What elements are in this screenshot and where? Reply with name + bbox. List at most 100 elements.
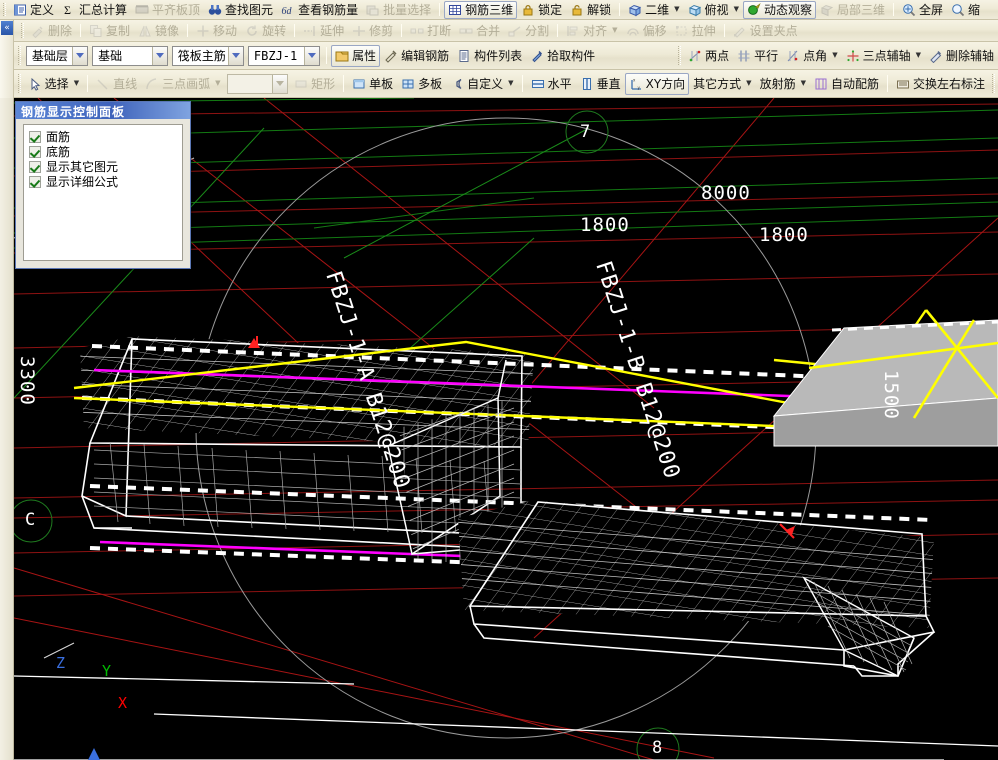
checkbox-row-dijin[interactable]: 底筋 [29,144,177,159]
toolbar-delete-label: 删除 [48,23,73,38]
horizontal-icon [531,77,545,91]
toolbar-sep-e2 [187,23,189,38]
toolbar-multi-slab[interactable]: 多板 [397,70,446,97]
chevron-down-icon-2[interactable]: ▼ [734,6,739,13]
category-select-arrow[interactable] [151,46,167,65]
toolbar-stretch: 拉伸 [671,20,720,41]
toolbar-local-3d-label: 局部三维 [836,2,885,17]
toolbar-grip-3[interactable] [17,46,21,65]
toolbar-xy-direction[interactable]: xy XY方向 [624,72,690,95]
view-rebar-qty-icon: 6d [281,3,295,17]
properties-icon [335,49,349,63]
toolbar-three-point-axis[interactable]: 三点辅轴 ▼ [842,42,925,69]
toolbar-sep-d1 [87,74,89,93]
align-icon [566,24,580,38]
chevron-down-icon-4[interactable]: ▼ [832,52,837,59]
checkbox-row-mianjin[interactable]: 面筋 [29,129,177,144]
offset-icon [626,24,640,38]
checkbox-show-other-elements[interactable] [29,160,41,173]
checkbox-row-show-other-elements[interactable]: 显示其它图元 [29,159,177,174]
chevron-down-icon-5[interactable]: ▼ [916,52,921,59]
edit-rebar-icon [384,49,398,63]
toolbar-other-method[interactable]: 其它方式 ▼ [689,70,755,97]
axis-triad [88,748,100,760]
toolbar-dynamic-observe[interactable]: 动态观察 [742,0,816,19]
toolbar-custom-slab[interactable]: 自定义 ▼ [446,70,517,97]
member-type-select[interactable]: 筏板主筋 [171,45,244,66]
rotate-icon [245,24,259,38]
floor-select-arrow[interactable] [72,46,88,65]
checkbox-show-detail-formula[interactable] [29,175,41,188]
toolbar-parallel-axis-label: 平行 [754,48,779,63]
toolbar-xy-direction-label: XY方向 [645,76,686,91]
toolbar-grip-6[interactable] [992,74,995,93]
top-view-icon [688,3,702,17]
toolbar-rebar-3d[interactable]: 钢筋三维 [444,0,518,19]
member-select-arrow[interactable] [304,46,320,65]
toolbar-top-view[interactable]: 俯视 ▼ [684,0,743,19]
toolbar-radial-rebar[interactable]: 放射筋 ▼ [756,70,810,97]
toolbar-single-slab[interactable]: 单板 [348,70,397,97]
toolbar-row-main: 定义 Σ 汇总计算 平齐板顶 查找图元 6d 查看钢筋量 批量选择 钢筋三维 锁… [0,0,998,20]
toolbar-view-rebar-qty[interactable]: 6d 查看钢筋量 [277,0,362,19]
toolbar-vertical-rebar[interactable]: 垂直 [576,70,625,97]
toolbar-two-point-axis-label: 两点 [705,48,730,63]
pick-member-icon [530,49,544,63]
toolbar-fullscreen[interactable]: 全屏 [898,0,947,19]
category-select[interactable]: 基础 [92,45,168,66]
member-select[interactable]: FBZJ-1 [247,45,321,66]
toolbar-member-list[interactable]: 构件列表 [453,42,526,69]
toolbar-row-edit: 删除 复制 镜像 移动 旋转 延伸 修剪 打断 合并 分割 对齐 ▼ 偏移 拉伸… [0,20,998,42]
toolbar-define[interactable]: 定义 [9,0,58,19]
toolbar-rotate: 旋转 [241,20,290,41]
toolbar-delete: 删除 [27,20,76,41]
toolbar-unlock[interactable]: 解锁 [566,0,615,19]
toolbar-grip-5[interactable] [17,74,21,93]
toolbar-2d-view[interactable]: 二维 ▼ [624,0,683,19]
toolbar-two-point-axis[interactable]: 两点 [684,42,733,69]
toolbar-copy: 复制 [85,20,134,41]
toolbar-batch-select-label: 批量选择 [383,2,432,17]
checkbox-mianjin[interactable] [29,130,41,143]
toolbar-pick-member[interactable]: 拾取构件 [526,42,599,69]
toolbar-lock[interactable]: 锁定 [517,0,566,19]
toolbar-grip[interactable] [3,2,6,17]
chevron-down-icon-10[interactable]: ▼ [801,80,806,87]
bottom-boundary-lines [14,675,998,760]
member-type-select-arrow[interactable] [227,46,243,65]
toolbar-sep-e3 [294,23,296,38]
toolbar-stretch-label: 拉伸 [691,23,716,38]
chevron-down-icon-6[interactable]: ▼ [74,80,79,87]
toolbar-three-point-axis-label: 三点辅轴 [862,48,911,63]
toolbar-find-element-label: 查找图元 [225,2,274,17]
toolbar-auto-rebar[interactable]: 自动配筋 [810,70,883,97]
toolbar-summary-calc[interactable]: Σ 汇总计算 [58,0,131,19]
toolbar-point-angle-axis[interactable]: 点角 ▼ [782,42,841,69]
toolbar-select-tool[interactable]: 选择 ▼ [24,70,83,97]
toolbar-delete-axis-label: 删除辅轴 [945,48,994,63]
rebar-display-control-panel[interactable]: 钢筋显示控制面板 面筋 底筋 显示其它图元 显示详细公式 [15,101,191,269]
toolbar-member-list-label: 构件列表 [474,48,523,63]
collapse-toolbar-button[interactable]: « [1,21,13,35]
toolbar-swap-annotation[interactable]: 交换左右标注 [892,70,989,97]
checkbox-show-detail-formula-label: 显示详细公式 [46,175,119,189]
checkbox-dijin[interactable] [29,145,41,158]
checkbox-row-show-detail-formula[interactable]: 显示详细公式 [29,174,177,189]
toolbar-parallel-axis[interactable]: 平行 [733,42,782,69]
toolbar-horizontal-rebar-label: 水平 [547,76,572,91]
chevron-down-icon-8[interactable]: ▼ [508,80,513,87]
floor-select[interactable]: 基础层 [25,45,89,66]
toolbar-sep-e6 [723,23,725,38]
toolbar-grip-2[interactable] [21,23,24,38]
toolbar-grip-4[interactable] [678,46,682,65]
toolbar-zoom[interactable]: 缩 [947,0,984,19]
chevron-down-icon[interactable]: ▼ [674,6,679,13]
toolbar-properties[interactable]: 属性 [331,44,381,67]
toolbar-trim: 修剪 [348,20,397,41]
toolbar-edit-rebar[interactable]: 编辑钢筋 [380,42,453,69]
toolbar-find-element[interactable]: 查找图元 [204,0,277,19]
chevron-down-icon-9[interactable]: ▼ [746,80,751,87]
toolbar-row-draw: 选择 ▼ 直线 三点画弧 ▼ 矩形 单板 多板 自定义 ▼ 水平 垂直 x y … [0,70,998,98]
toolbar-horizontal-rebar[interactable]: 水平 [527,70,576,97]
toolbar-delete-axis[interactable]: 删除辅轴 [925,42,998,69]
